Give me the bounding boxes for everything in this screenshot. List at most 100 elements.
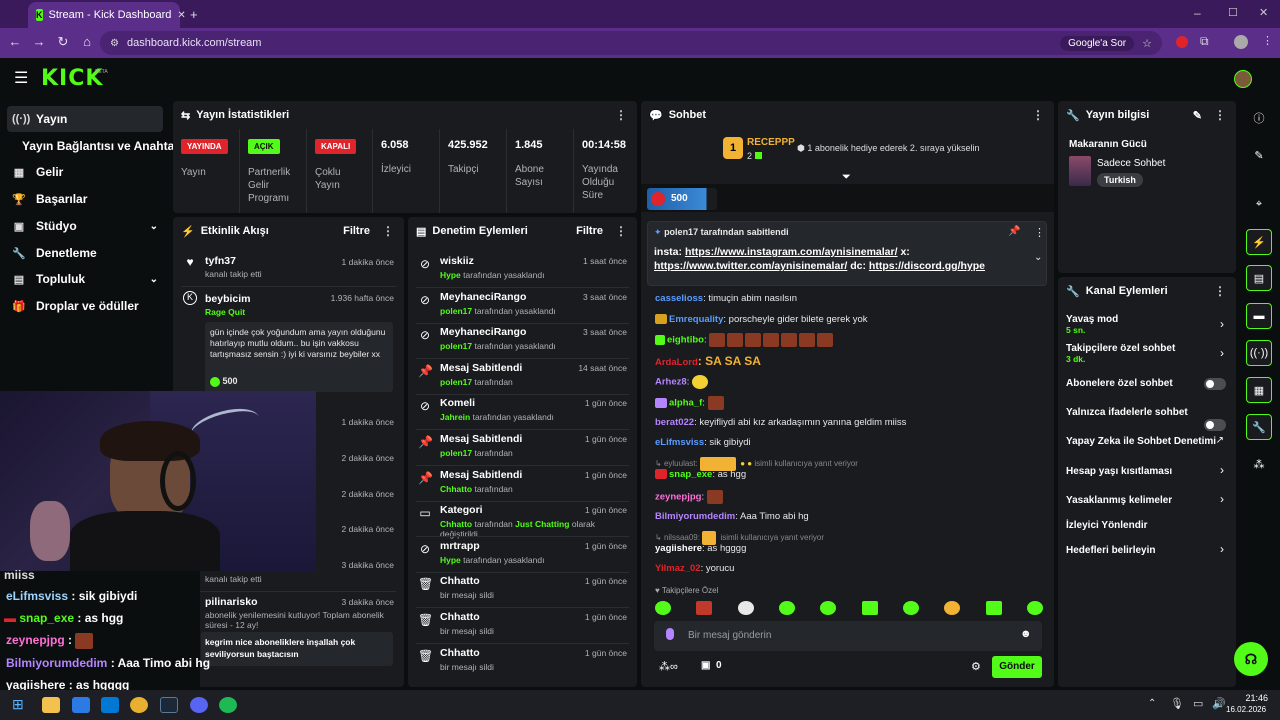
mod-actor[interactable]: polen17 [440, 448, 472, 458]
chat-settings-icon[interactable]: ⚙ [971, 660, 981, 673]
close-tab-icon[interactable]: ✕ [177, 10, 185, 21]
external-link-icon[interactable]: ↗ [1216, 435, 1224, 446]
site-info-icon[interactable]: ⚙ [110, 38, 119, 49]
emote-button[interactable] [778, 601, 795, 615]
sidebar-item-studio[interactable]: ▣ Stüdyo ⌄ [7, 213, 163, 239]
emote-button[interactable] [737, 601, 754, 615]
chrome-icon[interactable] [130, 697, 148, 713]
spotify-icon[interactable] [219, 697, 237, 713]
steam-icon[interactable] [160, 697, 178, 713]
banned-words-setting[interactable]: Yasaklanmış kelimeler [1066, 495, 1172, 506]
emote-button[interactable] [696, 601, 713, 615]
emote-button[interactable] [820, 601, 837, 615]
sidebar-item-stream-key[interactable]: Yayın Bağlantısı ve Anahtarı [17, 133, 182, 159]
chevron-right-icon[interactable]: › [1220, 346, 1224, 360]
language-tag[interactable]: Turkish [1097, 173, 1143, 187]
emote-button[interactable] [902, 601, 919, 615]
focus-icon[interactable]: ⌖ [1246, 191, 1272, 217]
pinned-link-instagram[interactable]: https://www.instagram.com/aynisinemalar/ [685, 246, 898, 258]
reload-icon[interactable]: ↻ [51, 34, 75, 50]
edit-pencil-icon[interactable]: ✎ [1246, 142, 1272, 168]
pinned-link-twitter[interactable]: https://www.twitter.com/aynisinemalar/ [654, 260, 847, 272]
support-headset-icon[interactable]: ☊ [1234, 642, 1268, 676]
more-options-icon[interactable]: ⋮ [1214, 284, 1226, 298]
maximize-icon[interactable]: ☐ [1228, 6, 1238, 19]
emote-button[interactable] [944, 601, 961, 615]
mod-actor[interactable]: polen17 [440, 341, 472, 351]
sidebar-item-drops[interactable]: 🎁 Droplar ve ödüller [7, 293, 163, 319]
tray-chevron-icon[interactable]: ⌃ [1148, 698, 1156, 709]
sidebar-item-revenue[interactable]: ▦ Gelir [7, 159, 163, 185]
chat-bubble-icon[interactable]: ▬ [1246, 303, 1272, 329]
new-tab-icon[interactable]: + [190, 7, 198, 22]
file-explorer-icon[interactable] [42, 697, 60, 713]
clock-time[interactable]: 21:46 [1236, 693, 1268, 703]
goal-progress-bar[interactable]: 500 [647, 188, 717, 210]
profile-avatar[interactable] [1234, 35, 1248, 49]
mod-actor[interactable]: polen17 [440, 306, 472, 316]
chevron-right-icon[interactable]: › [1220, 492, 1224, 506]
sidebar-item-achievements[interactable]: 🏆 Başarılar [7, 186, 163, 212]
emotes-only-toggle[interactable] [1204, 419, 1226, 431]
more-options-icon[interactable]: ⋮ [615, 224, 627, 238]
user-avatar[interactable] [1234, 70, 1252, 88]
emoji-picker-icon[interactable]: ☻ [1020, 628, 1032, 640]
mod-actor[interactable]: Jahrein [440, 412, 470, 422]
filter-button[interactable]: Filtre [343, 225, 370, 237]
volume-icon[interactable]: 🔊 [1212, 697, 1226, 710]
clock-date[interactable]: 16.02.2026 [1226, 705, 1266, 714]
extension-icon[interactable] [1176, 36, 1188, 48]
broadcast-icon[interactable]: ((·)) [1246, 340, 1272, 366]
raid-setting[interactable]: İzleyici Yönlendir [1066, 520, 1148, 531]
filter-button[interactable]: Filtre [576, 225, 603, 237]
clipboard-icon[interactable]: ▤ [1246, 265, 1272, 291]
bolt-icon[interactable]: ⚡ [1246, 229, 1272, 255]
mod-actor[interactable]: Chhatto [440, 519, 472, 529]
mod-actor[interactable]: polen17 [440, 377, 472, 387]
pin-icon[interactable]: 📌 [1008, 226, 1020, 237]
pinned-link-discord[interactable]: https://discord.gg/hype [869, 260, 985, 272]
emote-button[interactable] [985, 601, 1002, 615]
discord-icon[interactable] [190, 697, 208, 713]
google-ask-button[interactable]: Google'a Sor [1060, 35, 1135, 51]
sidebar-item-stream[interactable]: ((·)) Yayın [7, 106, 163, 132]
more-options-icon[interactable]: ⋮ [1034, 226, 1045, 239]
expand-icon[interactable]: ⏷ [842, 171, 851, 184]
chevron-down-icon[interactable]: ⌄ [1034, 252, 1042, 263]
chevron-right-icon[interactable]: › [1220, 542, 1224, 556]
chat-input[interactable]: Bir mesaj gönderin ☻ [654, 621, 1042, 651]
mic-tray-icon[interactable]: 🎙 [1170, 697, 1184, 710]
minimize-icon[interactable]: – [1194, 6, 1201, 20]
chevron-right-icon[interactable]: › [1220, 463, 1224, 477]
account-age-setting[interactable]: Hesap yaşı kısıtlaması [1066, 466, 1172, 477]
more-options-icon[interactable]: ⋮ [1214, 108, 1226, 122]
community-icon[interactable]: ⁂ [1246, 451, 1272, 477]
sidebar-item-community[interactable]: ▤ Topluluk ⌄ [7, 266, 163, 292]
back-icon[interactable]: ← [3, 34, 27, 49]
mic-icon[interactable] [666, 628, 674, 640]
slow-mode-setting[interactable]: Yavaş mod 5 sn. [1066, 314, 1118, 335]
subscribers-only-toggle[interactable] [1204, 378, 1226, 390]
send-button[interactable]: Gönder [992, 656, 1042, 678]
hamburger-menu-icon[interactable]: ☰ [14, 68, 28, 88]
info-icon[interactable]: ⓘ [1246, 105, 1272, 131]
ai-moderation-setting[interactable]: Yapay Zeka ile Sohbet Denetimi [1066, 436, 1216, 447]
home-icon[interactable]: ⌂ [75, 34, 99, 49]
mod-actor[interactable]: Hype [440, 555, 461, 565]
edit-pencil-icon[interactable]: ✎ [1193, 109, 1202, 122]
forward-icon[interactable]: → [27, 34, 51, 49]
extensions-puzzle-icon[interactable]: ⧉ [1200, 34, 1209, 49]
network-icon[interactable]: ▭ [1193, 697, 1203, 710]
emote-button[interactable] [1026, 601, 1043, 615]
address-bar[interactable]: ⚙ dashboard.kick.com/stream Google'a Sor… [100, 31, 1162, 55]
wrench-icon[interactable]: 🔧 [1246, 414, 1272, 440]
bookmark-star-icon[interactable]: ☆ [1142, 37, 1152, 50]
close-window-icon[interactable]: ✕ [1259, 6, 1268, 19]
followers-only-setting[interactable]: Takipçilere özel sohbet 3 dk. [1066, 343, 1175, 364]
windows-start-icon[interactable]: ⊞ [12, 696, 24, 713]
mod-actor[interactable]: Chhatto [440, 484, 472, 494]
more-options-icon[interactable]: ⋮ [382, 224, 394, 238]
goals-setting[interactable]: Hedefleri belirleyin [1066, 545, 1155, 556]
chevron-right-icon[interactable]: › [1220, 317, 1224, 331]
top-gifter-name[interactable]: RECEPPP [747, 137, 795, 148]
